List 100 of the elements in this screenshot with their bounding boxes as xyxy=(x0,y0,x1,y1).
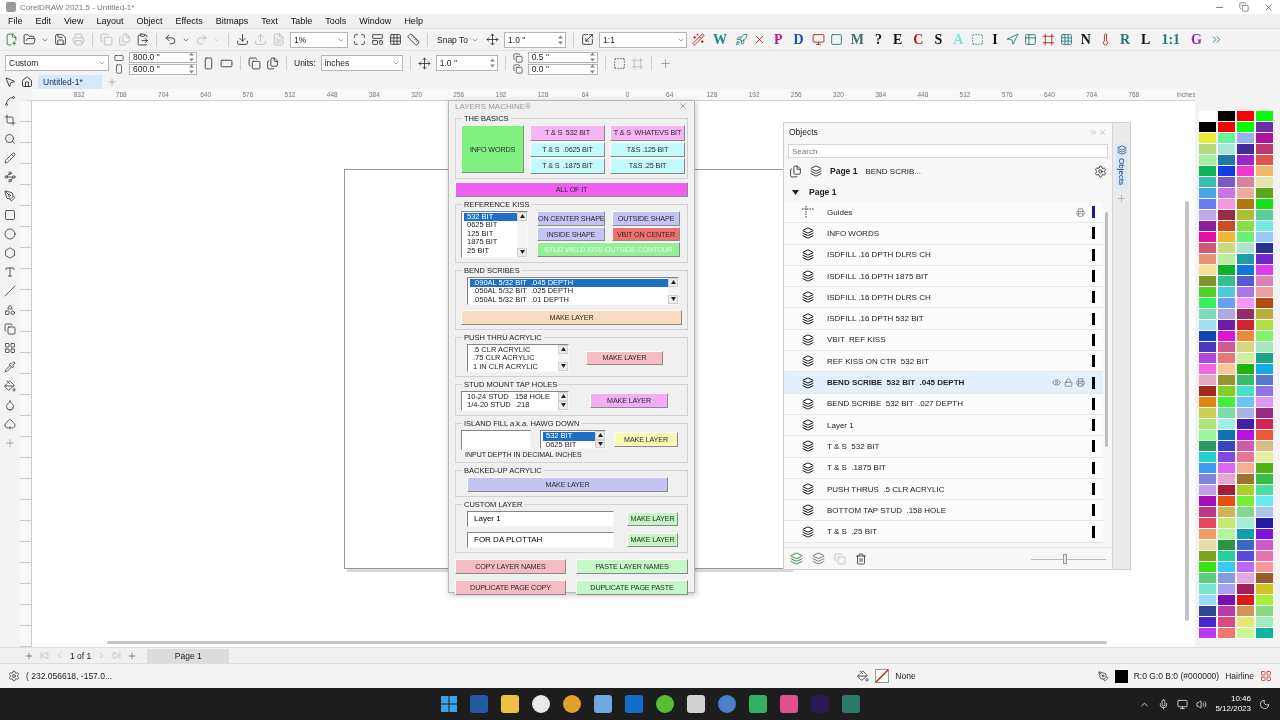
macro-button[interactable]: ? xyxy=(871,31,885,48)
layer-row[interactable]: ISDFILL .16 DPTH DLRS CH xyxy=(784,244,1103,266)
display-icon[interactable] xyxy=(1177,698,1189,710)
nudge-field[interactable]: 1.0 " xyxy=(435,55,498,71)
layer-row[interactable]: REF KISS ON CTR 532 BIT xyxy=(784,351,1103,373)
pointer-tool-icon[interactable] xyxy=(4,76,16,88)
layer-row[interactable]: ISDFILL .16 DPTH DLRS CH xyxy=(784,287,1103,309)
menu-item[interactable]: Effects xyxy=(175,16,203,26)
pattern-icon[interactable] xyxy=(4,342,16,354)
all-pages-icon[interactable] xyxy=(248,56,261,70)
focus-icon[interactable] xyxy=(1259,698,1270,710)
visibility-icon[interactable] xyxy=(1052,378,1061,387)
scale-icon[interactable] xyxy=(581,33,595,46)
scroll-down-button[interactable] xyxy=(558,361,568,371)
depth-field[interactable] xyxy=(461,429,531,450)
save-icon[interactable] xyxy=(54,33,67,46)
eraser-icon[interactable] xyxy=(4,418,16,430)
app-icon[interactable] xyxy=(563,695,581,713)
layer-row[interactable]: T & S 532 BIT xyxy=(784,436,1103,458)
microphone-icon[interactable] xyxy=(1158,698,1170,710)
app-icon[interactable] xyxy=(656,695,674,713)
layer-row[interactable]: VBIT REF KISS xyxy=(784,329,1103,352)
height-field[interactable]: 600.0 " xyxy=(129,63,197,75)
scroll-down-button[interactable] xyxy=(668,294,678,304)
caret-icon[interactable] xyxy=(391,59,400,67)
menu-item[interactable]: Layout xyxy=(96,16,124,26)
text-icon[interactable] xyxy=(4,266,16,278)
menu-item[interactable]: Object xyxy=(136,16,163,26)
scroll-up-button[interactable] xyxy=(668,277,678,287)
layer-name-field[interactable]: Layer 1 xyxy=(467,510,614,527)
macro-button[interactable]: R xyxy=(1116,31,1134,48)
new-master-layer-icon[interactable] xyxy=(812,552,825,565)
page-node[interactable]: Page 1 xyxy=(809,187,837,197)
pencil-icon[interactable] xyxy=(4,152,16,164)
spinner-icon[interactable] xyxy=(488,57,496,69)
layer-row[interactable]: Layer 1 xyxy=(784,414,1103,437)
paste-icon[interactable] xyxy=(136,33,149,46)
horizontal-scrollbar[interactable] xyxy=(107,641,1107,644)
spinner-icon[interactable] xyxy=(588,51,596,63)
menu-item[interactable]: Tools xyxy=(325,16,347,26)
scroll-up-button[interactable] xyxy=(558,391,568,401)
slider-thumb[interactable] xyxy=(1062,553,1067,564)
polygon-icon[interactable] xyxy=(4,247,16,259)
layer-name-field[interactable]: FOR DA PLOTTAH xyxy=(467,531,614,548)
layer-row[interactable]: BOTTOM TAP STUD .158 HOLE xyxy=(784,500,1103,522)
settings-icon[interactable] xyxy=(1094,164,1107,178)
menu-item[interactable]: View xyxy=(64,16,84,26)
import-icon[interactable] xyxy=(236,33,249,46)
shapes-icon[interactable] xyxy=(4,304,16,316)
page-tab[interactable]: Page 1 xyxy=(147,648,230,663)
bleed-icon[interactable] xyxy=(612,56,626,70)
macro-button[interactable]: L xyxy=(1138,31,1154,48)
layout-icon[interactable] xyxy=(371,33,384,46)
spinner-icon[interactable] xyxy=(588,63,596,75)
ruler-icon[interactable] xyxy=(407,33,420,46)
line-icon[interactable] xyxy=(4,285,16,297)
macro-button[interactable]: M xyxy=(847,31,867,48)
macro-button[interactable]: W xyxy=(710,31,731,48)
menu-item[interactable]: Help xyxy=(404,16,423,26)
undo-icon[interactable] xyxy=(164,33,177,46)
layer-row[interactable]: INFO WORDS xyxy=(784,223,1103,245)
macro-button[interactable]: N xyxy=(1077,31,1094,48)
macro-button[interactable]: G xyxy=(1188,31,1205,48)
page-view-icon[interactable] xyxy=(789,164,802,178)
layer-row[interactable]: PUSH THRUS .5 CLR ACRYLIC xyxy=(784,478,1103,501)
close-icon[interactable] xyxy=(678,101,688,111)
document-tab[interactable]: Untitled-1* xyxy=(38,75,102,89)
nudge-icon[interactable] xyxy=(486,33,500,46)
grid-icon[interactable] xyxy=(389,33,402,46)
macro-button[interactable]: I xyxy=(989,31,1001,48)
menu-item[interactable]: Window xyxy=(359,16,392,26)
expand-caret-icon[interactable] xyxy=(792,188,799,196)
fill-icon[interactable] xyxy=(4,380,16,392)
square-icon[interactable] xyxy=(829,33,843,46)
scale-field[interactable]: 1:1 xyxy=(599,31,688,48)
macro-button[interactable]: S xyxy=(931,31,946,48)
fill-icon[interactable] xyxy=(857,670,870,682)
ellipse-icon[interactable] xyxy=(4,228,16,240)
scroll-up-button[interactable] xyxy=(558,344,568,354)
layer-row[interactable]: T & S .25 BIT xyxy=(784,521,1103,543)
home-icon[interactable] xyxy=(21,76,33,88)
menu-item[interactable]: File xyxy=(8,16,23,26)
layer-row[interactable]: ISDFILL .16 DPTH 532 BIT xyxy=(784,308,1103,330)
macro-button[interactable]: 1:1 xyxy=(1158,31,1184,48)
layer-row[interactable]: T & S .1875 BIT xyxy=(784,457,1103,479)
add-page-icon[interactable] xyxy=(24,650,34,661)
eyedropper-icon[interactable] xyxy=(4,361,16,373)
curve-icon[interactable] xyxy=(4,171,16,183)
snap-to-button[interactable]: Snap To xyxy=(435,34,482,45)
pen-icon[interactable] xyxy=(4,190,16,202)
arrow-icon[interactable] xyxy=(1005,33,1019,46)
settings-icon[interactable] xyxy=(8,670,20,682)
scrollbar[interactable] xyxy=(1105,212,1108,447)
lock-icon[interactable] xyxy=(1064,378,1073,387)
print-icon[interactable] xyxy=(1076,207,1085,217)
square-icon[interactable] xyxy=(971,33,985,46)
layers-icon[interactable] xyxy=(810,165,822,177)
search-field[interactable]: Search xyxy=(788,144,1108,158)
nudge-field[interactable]: 1.0 " xyxy=(504,31,567,48)
folder-icon[interactable] xyxy=(23,33,36,46)
